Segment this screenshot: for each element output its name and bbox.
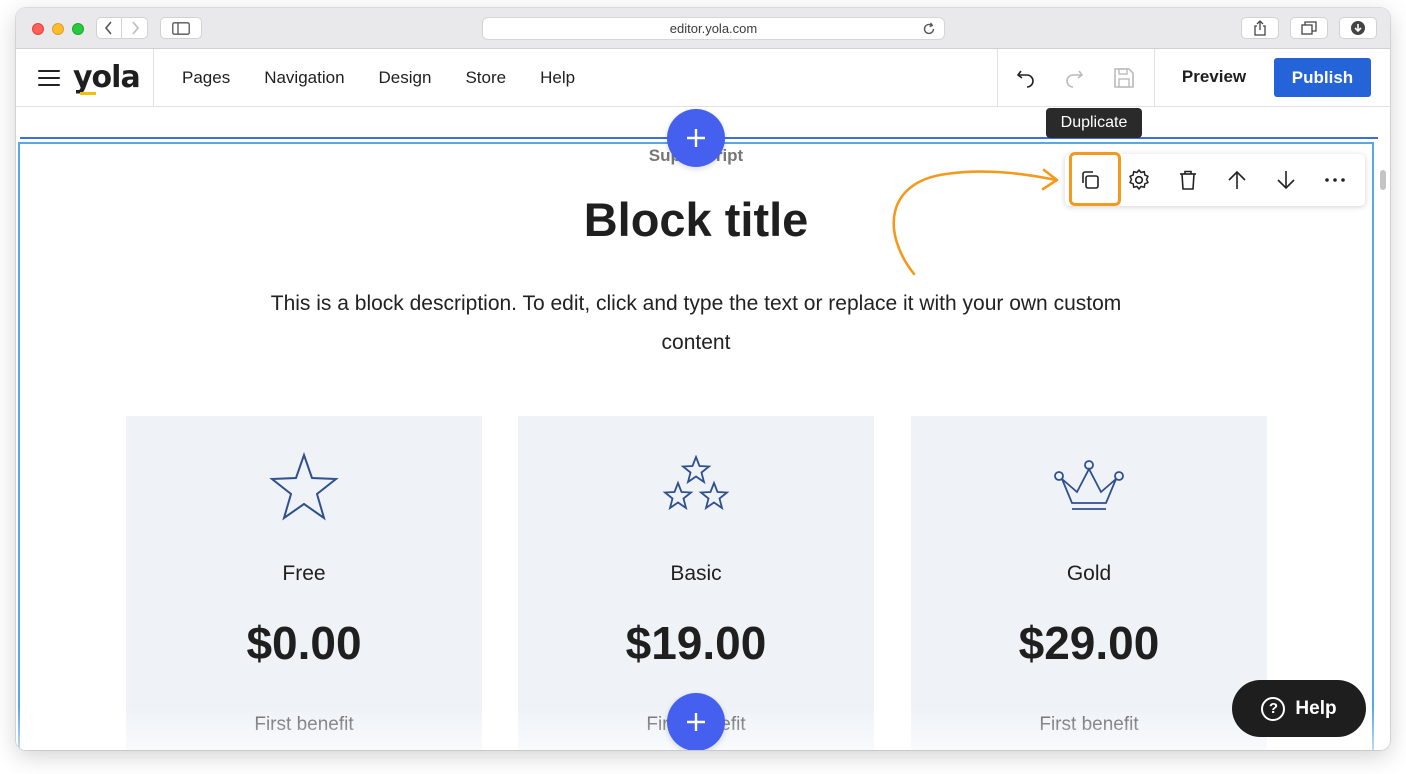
card-price: $29.00	[1018, 617, 1160, 669]
close-window-button[interactable]	[32, 23, 44, 35]
card-price: $0.00	[246, 617, 362, 669]
redo-icon[interactable]	[1061, 65, 1087, 91]
ellipsis-icon	[1324, 178, 1345, 182]
yola-logo: yola	[73, 60, 141, 95]
help-label: Help	[1295, 697, 1337, 719]
back-button[interactable]	[96, 17, 122, 39]
browser-toolbar: editor.yola.com	[16, 8, 1390, 49]
plus-icon	[687, 713, 705, 731]
forward-button[interactable]	[122, 17, 148, 39]
publish-button[interactable]: Publish	[1274, 58, 1371, 97]
duplicate-tooltip: Duplicate	[1046, 108, 1142, 138]
move-up-button[interactable]	[1212, 154, 1261, 206]
save-icon[interactable]	[1111, 65, 1137, 91]
logo-accent	[80, 92, 96, 95]
arrow-down-icon	[1276, 171, 1295, 190]
chevron-right-icon	[131, 21, 139, 35]
editor-topbar: yola Pages Navigation Design Store Help …	[16, 49, 1390, 107]
share-icon	[1254, 20, 1266, 36]
address-url: editor.yola.com	[669, 21, 758, 36]
plus-icon	[687, 129, 705, 147]
menu-pages[interactable]: Pages	[182, 68, 230, 88]
question-icon: ?	[1261, 696, 1286, 721]
sidebar-icon	[172, 21, 190, 35]
add-block-top-button[interactable]	[667, 109, 725, 167]
duplicate-highlight-box	[1069, 152, 1121, 206]
divider	[153, 49, 154, 107]
settings-button[interactable]	[1114, 154, 1163, 206]
star-icon	[126, 452, 482, 522]
page-canvas: Superscript Block title This is a block …	[16, 108, 1390, 750]
menu-store[interactable]: Store	[465, 68, 506, 88]
crown-icon	[911, 452, 1267, 522]
gear-icon	[1128, 169, 1149, 190]
zoom-window-button[interactable]	[72, 23, 84, 35]
main-menu: Pages Navigation Design Store Help	[182, 49, 609, 107]
preview-button[interactable]: Preview	[1154, 67, 1274, 87]
hamburger-menu-icon[interactable]	[38, 70, 60, 86]
pricing-card-gold[interactable]: Gold $29.00 First benefit	[911, 416, 1267, 750]
minimize-window-button[interactable]	[52, 23, 64, 35]
undo-icon[interactable]	[1013, 65, 1039, 91]
move-down-button[interactable]	[1261, 154, 1310, 206]
download-icon	[1351, 21, 1365, 35]
trash-icon	[1179, 170, 1196, 190]
arrow-up-icon	[1227, 170, 1246, 189]
three-stars-icon	[518, 452, 874, 522]
add-block-bottom-button[interactable]	[667, 693, 725, 750]
pricing-card-free[interactable]: Free $0.00 First benefit	[126, 416, 482, 750]
block-description[interactable]: This is a block description. To edit, cl…	[246, 284, 1146, 362]
more-options-button[interactable]	[1310, 154, 1359, 206]
card-benefit: First benefit	[1039, 714, 1139, 735]
card-name: Free	[282, 562, 326, 585]
address-bar[interactable]: editor.yola.com	[482, 17, 945, 40]
delete-button[interactable]	[1163, 154, 1212, 206]
divider	[997, 49, 998, 107]
card-price: $19.00	[625, 617, 767, 669]
tabs-icon	[1301, 21, 1317, 35]
browser-window: editor.yola.com yola Pages Navigation De…	[16, 8, 1390, 750]
reload-icon[interactable]	[922, 22, 936, 39]
chevron-left-icon	[104, 21, 112, 35]
menu-help[interactable]: Help	[540, 68, 575, 88]
tabs-overview-button[interactable]	[1290, 17, 1328, 39]
card-benefit: First benefit	[254, 714, 354, 735]
share-button[interactable]	[1241, 17, 1279, 39]
scrollbar-thumb[interactable]	[1380, 170, 1386, 190]
menu-design[interactable]: Design	[379, 68, 432, 88]
sidebar-toggle-button[interactable]	[160, 17, 202, 39]
menu-navigation[interactable]: Navigation	[264, 68, 344, 88]
card-name: Gold	[1066, 562, 1112, 585]
card-name: Basic	[670, 562, 722, 585]
annotation-arrow-icon	[892, 168, 1059, 276]
downloads-button[interactable]	[1339, 17, 1377, 39]
help-button[interactable]: ? Help	[1232, 680, 1366, 737]
